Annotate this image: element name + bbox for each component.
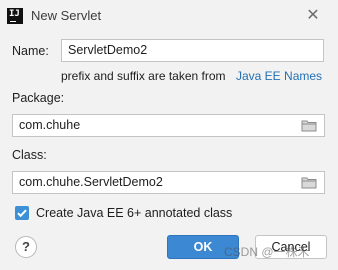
watermark: CSDN @一株禾 bbox=[224, 245, 310, 259]
class-label: Class: bbox=[12, 148, 47, 162]
class-input[interactable]: com.chuhe.ServletDemo2 bbox=[12, 171, 325, 194]
java-ee-names-link[interactable]: Java EE Names bbox=[236, 69, 322, 83]
name-input[interactable]: ServletDemo2 bbox=[61, 39, 324, 62]
folder-icon[interactable] bbox=[301, 119, 319, 133]
annotated-class-label[interactable]: Create Java EE 6+ annotated class bbox=[36, 206, 232, 220]
annotated-class-checkbox[interactable] bbox=[15, 206, 29, 220]
help-button[interactable]: ? bbox=[15, 236, 37, 258]
prefix-hint: prefix and suffix are taken from bbox=[61, 69, 226, 83]
title-bar: IJ New Servlet ✕ bbox=[0, 0, 338, 32]
name-label: Name: bbox=[12, 44, 49, 58]
package-input[interactable]: com.chuhe bbox=[12, 114, 325, 137]
folder-icon[interactable] bbox=[301, 176, 319, 190]
intellij-logo-icon: IJ bbox=[7, 8, 23, 24]
package-label: Package: bbox=[12, 91, 65, 105]
dialog-title: New Servlet bbox=[31, 8, 102, 23]
close-icon[interactable]: ✕ bbox=[304, 7, 322, 25]
checkmark-icon bbox=[17, 209, 27, 218]
